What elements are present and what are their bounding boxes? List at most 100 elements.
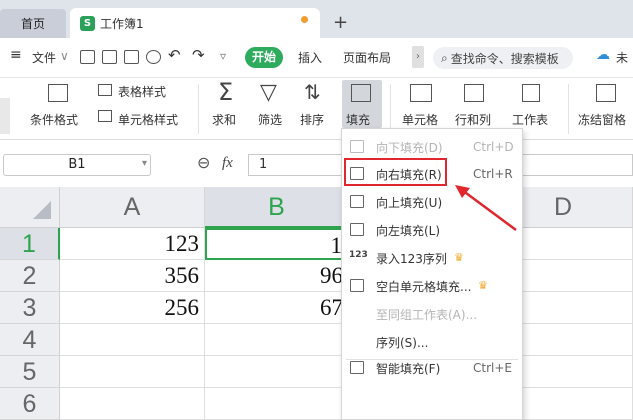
save-icon[interactable] bbox=[80, 50, 95, 64]
freeze-panes-icon bbox=[596, 84, 616, 102]
fill-button[interactable]: 填充 bbox=[346, 111, 370, 128]
filter-icon: ▽ bbox=[260, 80, 277, 105]
sequence-123-icon: 123 bbox=[349, 250, 368, 260]
table-style-icon bbox=[98, 84, 112, 96]
menu-scroll-right-icon[interactable]: › bbox=[412, 46, 424, 68]
quick-access-dropdown-icon[interactable]: ▿ bbox=[220, 49, 226, 63]
redo-icon[interactable]: ↷ bbox=[192, 46, 205, 64]
cell-a5[interactable] bbox=[60, 356, 205, 388]
cell-a3[interactable]: 256 bbox=[60, 292, 205, 324]
zoom-icon[interactable]: ⊖ bbox=[197, 153, 210, 172]
menu-item-series[interactable]: 序列(S)... bbox=[342, 328, 522, 356]
column-header-b[interactable]: B bbox=[205, 187, 349, 228]
command-search[interactable]: ⌕ 查找命令、搜索模板 bbox=[433, 47, 573, 69]
tab-workbook[interactable]: S 工作簿1 bbox=[70, 8, 320, 38]
unsaved-dot-icon bbox=[301, 16, 308, 23]
menu-more[interactable]: 未 bbox=[616, 49, 628, 66]
row-header-5[interactable]: 5 bbox=[0, 356, 60, 388]
name-box[interactable]: B1 bbox=[3, 154, 151, 176]
cell-a4[interactable] bbox=[60, 324, 205, 356]
row-header-6[interactable]: 6 bbox=[0, 388, 60, 420]
sheet-button[interactable]: 工作表 bbox=[512, 111, 548, 128]
undo-icon[interactable]: ↶ bbox=[168, 46, 181, 64]
fill-up-icon bbox=[350, 195, 364, 208]
search-icon: ⌕ bbox=[441, 50, 448, 65]
cell-a6[interactable] bbox=[60, 388, 205, 420]
cell-a1[interactable]: 123 bbox=[60, 228, 205, 260]
menu-item-label: 智能填充(F) bbox=[376, 361, 441, 376]
blank-cell-fill-icon bbox=[350, 279, 364, 292]
row-col-icon bbox=[464, 84, 484, 102]
menu-item-fill-blank-cells[interactable]: 空白单元格填充... ♛ bbox=[342, 272, 522, 300]
menu-item-label: 向左填充(L) bbox=[376, 223, 441, 238]
menu-item-fill-down[interactable]: 向下填充(D) Ctrl+D bbox=[342, 133, 522, 161]
annotation-arrow-icon bbox=[455, 185, 517, 232]
menu-page-layout[interactable]: 页面布局 bbox=[343, 49, 391, 66]
table-style-button[interactable]: 表格样式 bbox=[118, 83, 166, 100]
sort-button[interactable]: 排序 bbox=[300, 111, 324, 128]
flash-fill-icon bbox=[350, 361, 364, 374]
ribbon-divider bbox=[390, 84, 391, 134]
spreadsheet-icon: S bbox=[80, 15, 95, 31]
menu-start[interactable]: 开始 bbox=[245, 47, 283, 68]
cell-style-button[interactable]: 单元格样式 bbox=[118, 111, 178, 128]
insert-function-button[interactable]: fx bbox=[222, 155, 233, 172]
cell-b5[interactable] bbox=[205, 356, 349, 388]
ribbon-scroll-left-icon[interactable] bbox=[0, 98, 10, 134]
cloud-icon[interactable]: ☁ bbox=[596, 47, 610, 63]
command-search-placeholder: 查找命令、搜索模板 bbox=[450, 51, 559, 66]
cell-b6[interactable] bbox=[205, 388, 349, 420]
menu-item-label: 序列(S)... bbox=[376, 335, 429, 350]
cell-button[interactable]: 单元格 bbox=[402, 111, 438, 128]
crown-icon: ♛ bbox=[454, 251, 464, 264]
sheet-icon bbox=[522, 84, 540, 102]
sort-icon: ⇅ bbox=[304, 80, 321, 104]
tab-workbook-label: 工作簿1 bbox=[100, 16, 144, 31]
cell-b2[interactable]: 96 bbox=[205, 260, 349, 292]
menu-item-label: 空白单元格填充... bbox=[376, 279, 472, 294]
row-header-3[interactable]: 3 bbox=[0, 292, 60, 324]
new-tab-button[interactable]: + bbox=[333, 12, 348, 33]
chevron-down-icon[interactable]: ∨ bbox=[60, 49, 69, 63]
column-header-a[interactable]: A bbox=[60, 187, 205, 228]
freeze-panes-button[interactable]: 冻结窗格 bbox=[578, 111, 626, 128]
export-icon[interactable] bbox=[146, 50, 161, 64]
row-header-1[interactable]: 1 bbox=[0, 228, 60, 260]
ribbon: 条件格式 表格样式 单元格样式 Σ 求和 ▽ 筛选 ⇅ 排序 填充 单元格 行和… bbox=[0, 78, 633, 140]
sum-button[interactable]: 求和 bbox=[212, 111, 236, 128]
cell-b4[interactable] bbox=[205, 324, 349, 356]
conditional-format-button[interactable]: 条件格式 bbox=[30, 111, 78, 128]
ribbon-divider bbox=[198, 84, 199, 134]
tab-home[interactable]: 首页 bbox=[0, 9, 66, 38]
tab-home-label: 首页 bbox=[20, 17, 45, 31]
menu-insert[interactable]: 插入 bbox=[298, 49, 322, 66]
print-icon[interactable] bbox=[102, 50, 117, 64]
crown-icon: ♛ bbox=[478, 279, 488, 292]
sum-icon: Σ bbox=[218, 78, 234, 106]
ribbon-divider bbox=[568, 84, 569, 134]
menu-item-sequence-123[interactable]: 123 录入123序列 ♛ bbox=[342, 244, 522, 272]
name-box-dropdown-icon[interactable]: ▾ bbox=[142, 158, 147, 169]
highlight-box bbox=[344, 158, 447, 186]
print-preview-icon[interactable] bbox=[124, 50, 139, 64]
fill-left-icon bbox=[350, 223, 364, 236]
row-header-4[interactable]: 4 bbox=[0, 324, 60, 356]
cell-b3[interactable]: 67 bbox=[205, 292, 349, 324]
menu-item-to-sheet-group[interactable]: 至同组工作表(A)... bbox=[342, 300, 522, 328]
menu-file[interactable]: 文件 bbox=[32, 49, 56, 66]
cell-b1[interactable]: 1 bbox=[205, 228, 349, 260]
hamburger-icon[interactable]: ≡ bbox=[10, 47, 22, 63]
select-all-corner[interactable] bbox=[0, 187, 60, 228]
menu-item-label: 录入123序列 bbox=[376, 251, 447, 266]
conditional-format-icon bbox=[48, 84, 68, 102]
row-col-button[interactable]: 行和列 bbox=[455, 111, 491, 128]
filter-button[interactable]: 筛选 bbox=[258, 111, 282, 128]
cell-a2[interactable]: 356 bbox=[60, 260, 205, 292]
tab-bar: 首页 S 工作簿1 + bbox=[0, 0, 633, 38]
select-all-icon bbox=[33, 201, 51, 219]
cell-icon bbox=[410, 84, 432, 102]
menu-item-flash-fill[interactable]: 智能填充(F) Ctrl+E bbox=[342, 354, 522, 382]
menu-item-label: 向下填充(D) bbox=[376, 140, 443, 155]
fill-down-icon bbox=[351, 84, 371, 102]
row-header-2[interactable]: 2 bbox=[0, 260, 60, 292]
